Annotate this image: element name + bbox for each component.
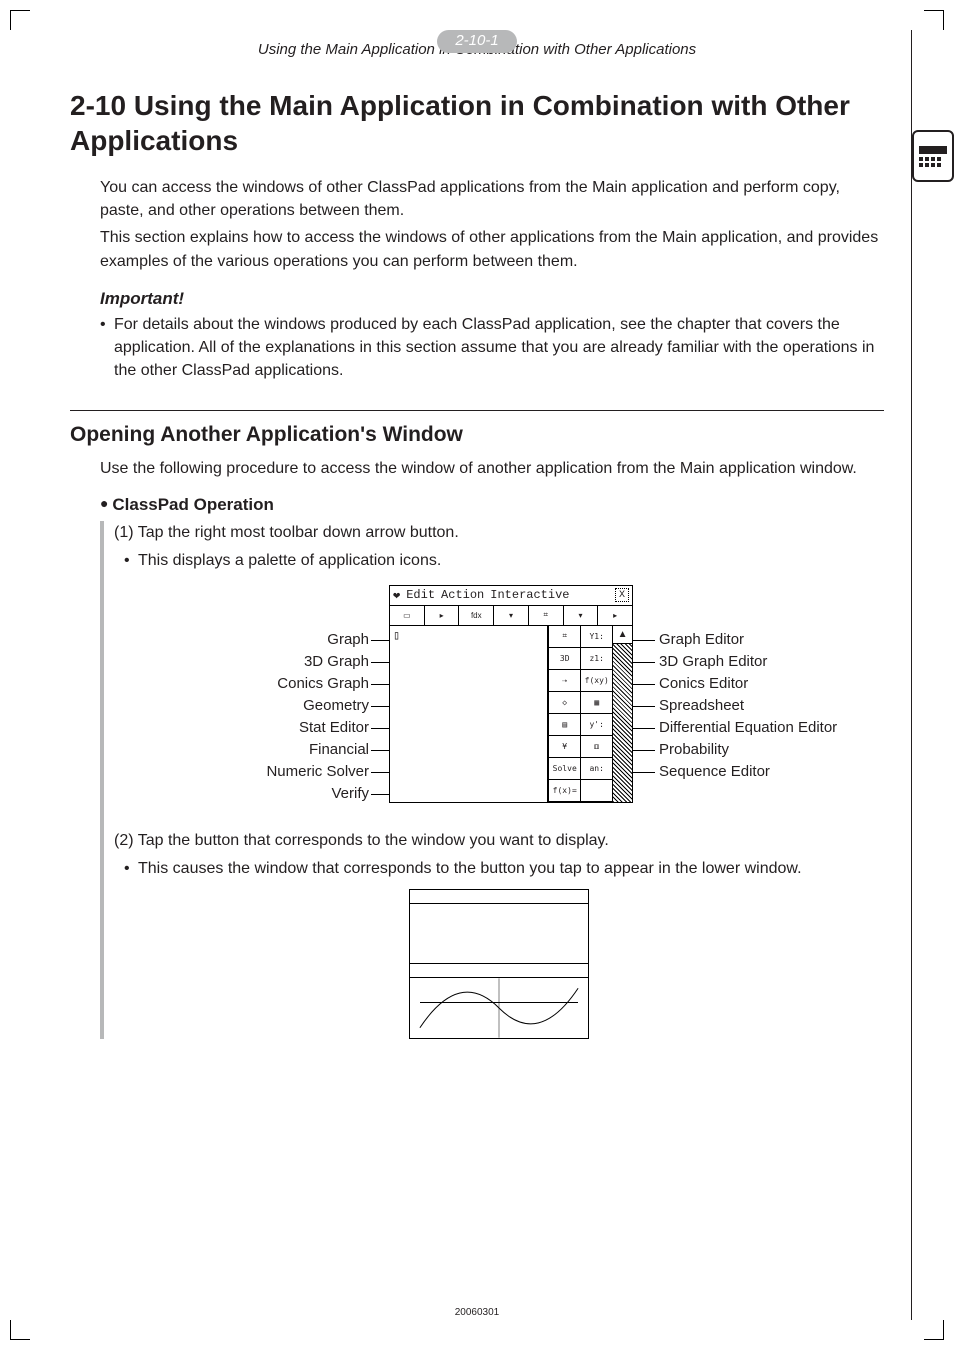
step-1-sub: This displays a palette of application i… bbox=[114, 549, 884, 573]
intro-p1: You can access the windows of other Clas… bbox=[100, 176, 884, 222]
footer-code: 20060301 bbox=[0, 1307, 954, 1318]
tool-arrow: ▸ bbox=[598, 606, 632, 625]
palette-diagram: Graph 3D Graph Conics Graph Geometry Sta… bbox=[119, 585, 879, 815]
palette-graph-editor-icon: Y1: bbox=[580, 626, 612, 648]
palette-probability-icon: ⚅ bbox=[580, 736, 612, 758]
label-probability: Probability bbox=[659, 741, 919, 758]
palette-stat-editor-icon: ▤ bbox=[548, 714, 580, 736]
palette-verify-icon: f(x)= bbox=[548, 780, 580, 802]
label-conics-editor: Conics Editor bbox=[659, 675, 919, 692]
subsection-lead: Use the following procedure to access th… bbox=[100, 457, 884, 480]
classpad-operation-heading: ClassPad Operation bbox=[100, 495, 884, 515]
palette-sequence-editor-icon: an: bbox=[580, 758, 612, 780]
label-graph-editor: Graph Editor bbox=[659, 631, 919, 648]
tool-5: ⌗ bbox=[529, 606, 564, 625]
menu-check-icon: ❤ bbox=[393, 588, 400, 603]
palette-conics-editor-icon: f(xy) bbox=[580, 670, 612, 692]
label-verify: Verify bbox=[119, 785, 369, 802]
palette-spreadsheet-icon: ▦ bbox=[580, 692, 612, 714]
section-title: 2-10 Using the Main Application in Combi… bbox=[70, 88, 884, 158]
step-1: (1) Tap the right most toolbar down arro… bbox=[114, 521, 884, 545]
toolbar: ▭ ▸ fdx ▾ ⌗ ▾ ▸ bbox=[390, 606, 632, 626]
tool-2: ▸ bbox=[425, 606, 460, 625]
scroll-up-icon: ▲ bbox=[613, 626, 632, 644]
tool-3: fdx bbox=[459, 606, 494, 625]
close-icon: X bbox=[615, 588, 629, 602]
intro-p2: This section explains how to access the … bbox=[100, 226, 884, 272]
label-3d-graph-editor: 3D Graph Editor bbox=[659, 653, 919, 670]
menu-action: Action bbox=[441, 588, 484, 602]
tool-6: ▾ bbox=[564, 606, 599, 625]
palette-conics-graph-icon: ⇢ bbox=[548, 670, 580, 692]
step-2-sub: This causes the window that corresponds … bbox=[114, 857, 884, 881]
palette-empty-icon bbox=[580, 780, 612, 802]
label-graph: Graph bbox=[119, 631, 369, 648]
palette-graph-icon: ⌗ bbox=[548, 626, 580, 648]
palette-3d-graph-icon: 3D bbox=[548, 648, 580, 670]
margin-app-icon bbox=[912, 130, 954, 182]
menubar: ❤ Edit Action Interactive X bbox=[390, 586, 632, 606]
palette-diff-eq-icon: y': bbox=[580, 714, 612, 736]
divider bbox=[70, 410, 884, 411]
palette-3d-graph-editor-icon: z1: bbox=[580, 648, 612, 670]
label-numeric-solver: Numeric Solver bbox=[119, 763, 369, 780]
label-sequence-editor: Sequence Editor bbox=[659, 763, 919, 780]
tool-4: ▾ bbox=[494, 606, 529, 625]
result-screen bbox=[409, 889, 589, 1039]
important-bullet: For details about the windows produced b… bbox=[100, 313, 884, 383]
app-palette: ⌗Y1: 3Dz1: ⇢f(xy) ◇▦ ▤y': ¥⚅ Solvean: f(… bbox=[548, 626, 612, 802]
label-geometry: Geometry bbox=[119, 697, 369, 714]
subsection-heading: Opening Another Application's Window bbox=[70, 423, 884, 447]
label-conics-graph: Conics Graph bbox=[119, 675, 369, 692]
palette-financial-icon: ¥ bbox=[548, 736, 580, 758]
menu-edit: Edit bbox=[406, 588, 435, 602]
important-heading: Important! bbox=[100, 289, 884, 309]
cursor-icon: ▯ bbox=[393, 628, 400, 642]
label-3d-graph: 3D Graph bbox=[119, 653, 369, 670]
palette-geometry-icon: ◇ bbox=[548, 692, 580, 714]
header-badge: 2-10-1 bbox=[437, 30, 516, 53]
classpad-screen: ❤ Edit Action Interactive X ▭ ▸ fdx ▾ ⌗ … bbox=[389, 585, 633, 803]
scrollbar: ▲ bbox=[612, 626, 632, 802]
label-stat-editor: Stat Editor bbox=[119, 719, 369, 736]
tool-1: ▭ bbox=[390, 606, 425, 625]
palette-numeric-solver-icon: Solve bbox=[548, 758, 580, 780]
label-financial: Financial bbox=[119, 741, 369, 758]
graph-curve-icon bbox=[410, 978, 588, 1038]
menu-interactive: Interactive bbox=[490, 588, 569, 602]
label-diff-eq-editor: Differential Equation Editor bbox=[659, 719, 919, 736]
work-area: ▯ bbox=[390, 626, 548, 802]
label-spreadsheet: Spreadsheet bbox=[659, 697, 919, 714]
step-2: (2) Tap the button that corresponds to t… bbox=[114, 829, 884, 853]
